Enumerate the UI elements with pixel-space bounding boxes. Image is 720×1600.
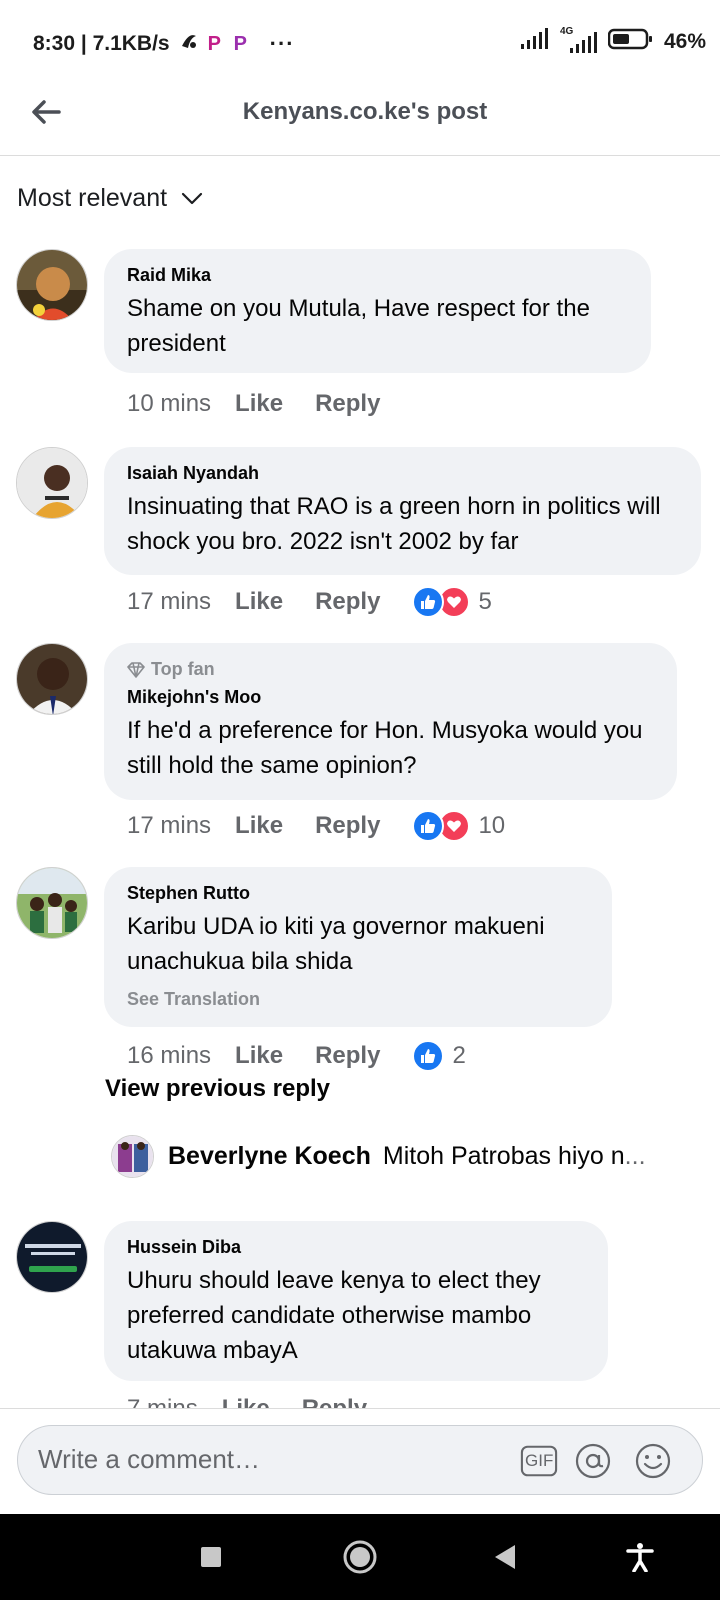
avatar[interactable]	[16, 447, 88, 519]
battery-icon	[607, 28, 654, 56]
view-previous-reply-link[interactable]: View previous reply	[105, 1075, 330, 1103]
reply-author[interactable]: Beverlyne Koech	[168, 1142, 371, 1171]
comment-meta: 16 mins Like Reply 2	[127, 1040, 466, 1072]
comment-time[interactable]: 10 mins	[127, 390, 211, 418]
sort-dropdown[interactable]: Most relevant	[17, 184, 203, 213]
reply-button[interactable]: Reply	[315, 812, 380, 840]
circle-icon	[343, 1540, 377, 1574]
sort-label: Most relevant	[17, 184, 168, 212]
signal-icon	[520, 28, 548, 56]
reply-button[interactable]: Reply	[315, 588, 380, 616]
like-button[interactable]: Like	[235, 588, 283, 616]
avatar[interactable]	[16, 867, 88, 939]
triangle-back-icon	[495, 1545, 515, 1569]
top-fan-badge: Top fan	[127, 659, 655, 680]
reply-button[interactable]: Reply	[315, 1042, 380, 1070]
gif-label: GIF	[525, 1451, 554, 1470]
comment-author[interactable]: Stephen Rutto	[127, 883, 590, 904]
comment-author[interactable]: Hussein Diba	[127, 1237, 586, 1258]
comment-bubble[interactable]: Raid Mika Shame on you Mutula, Have resp…	[104, 249, 651, 373]
see-translation-link[interactable]: See Translation	[127, 989, 590, 1010]
reply-button[interactable]: Reply	[315, 390, 380, 418]
comment-bubble[interactable]: Hussein Diba Uhuru should leave kenya to…	[104, 1221, 608, 1381]
status-right: 4G 46%	[520, 26, 706, 56]
system-nav-bar	[0, 1514, 720, 1600]
like-button[interactable]: Like	[235, 812, 283, 840]
top-fan-label: Top fan	[151, 659, 215, 679]
page-title: Kenyans.co.ke's post	[242, 98, 488, 125]
comment-text: If he'd a preference for Hon. Musyoka wo…	[127, 717, 643, 779]
gif-button[interactable]: GIF	[520, 1442, 558, 1480]
home-button[interactable]	[337, 1534, 383, 1580]
comment-meta: 17 mins Like Reply 5	[127, 586, 492, 618]
back-nav-button[interactable]	[483, 1534, 529, 1580]
comment-text: Uhuru should leave kenya to elect they p…	[127, 1267, 541, 1364]
reaction-count: 5	[478, 588, 492, 615]
like-reaction-icon	[412, 1040, 445, 1072]
post-header: Kenyans.co.ke's post	[0, 86, 720, 156]
status-time-speed: 8:30 | 7.1KB/s	[33, 32, 170, 55]
reply-text: Mitoh Patrobas hiyo n	[382, 1142, 625, 1170]
accessibility-icon	[626, 1543, 654, 1572]
comment-time[interactable]: 17 mins	[127, 812, 211, 840]
avatar[interactable]	[16, 249, 88, 321]
recents-button[interactable]	[188, 1534, 234, 1580]
avatar[interactable]	[16, 1221, 88, 1293]
app-p-icon: P	[207, 33, 221, 55]
comment-text: Shame on you Mutula, Have respect for th…	[127, 295, 590, 357]
comment-bubble[interactable]: Top fan Mikejohn's Moo If he'd a prefere…	[104, 643, 677, 800]
at-sign-icon	[575, 1443, 611, 1479]
comment-meta: 10 mins Like Reply	[127, 390, 412, 418]
comment-composer-area: Write a comment… GIF	[0, 1408, 720, 1512]
reply-ellipsis: ...	[624, 1142, 646, 1170]
like-reaction-icon	[412, 586, 445, 618]
comment-time[interactable]: 17 mins	[127, 588, 211, 616]
diamond-icon	[127, 661, 145, 678]
comment-time[interactable]: 16 mins	[127, 1042, 211, 1070]
comment-text: Insinuating that RAO is a green horn in …	[127, 493, 661, 555]
smiley-icon	[635, 1443, 671, 1479]
reaction-count: 2	[452, 1042, 466, 1069]
comment-meta: 17 mins Like Reply 10	[127, 810, 505, 842]
reaction-summary[interactable]: 5	[412, 586, 492, 618]
app-p-icon-2: P	[233, 33, 247, 55]
like-reaction-icon	[412, 810, 445, 842]
signal-4g-icon: 4G	[558, 26, 598, 54]
comment-bubble[interactable]: Isaiah Nyandah Insinuating that RAO is a…	[104, 447, 701, 575]
comment-input[interactable]: Write a comment… GIF	[17, 1425, 703, 1495]
like-button[interactable]: Like	[235, 1042, 283, 1070]
reaction-summary[interactable]: 2	[412, 1040, 466, 1072]
emoji-button[interactable]	[634, 1442, 672, 1480]
square-icon	[201, 1547, 221, 1567]
reaction-summary[interactable]: 10	[412, 810, 505, 842]
status-left: 8:30 | 7.1KB/s P P ···	[33, 30, 295, 58]
mention-button[interactable]	[574, 1442, 612, 1480]
reply-preview[interactable]: Beverlyne Koech Mitoh Patrobas hiyo n...	[111, 1135, 646, 1178]
chevron-down-icon	[181, 192, 203, 204]
more-notifications-icon: ···	[269, 31, 295, 56]
comment-input-placeholder[interactable]: Write a comment…	[38, 1444, 260, 1475]
comment-author[interactable]: Mikejohn's Moo	[127, 687, 655, 708]
comment-author[interactable]: Raid Mika	[127, 265, 629, 286]
reply-avatar[interactable]	[111, 1135, 154, 1178]
comment-text: Karibu UDA io kiti ya governor makueni u…	[127, 913, 545, 975]
app-notification-icon	[178, 30, 200, 58]
reaction-count: 10	[478, 812, 506, 839]
comment-bubble[interactable]: Stephen Rutto Karibu UDA io kiti ya gove…	[104, 867, 612, 1027]
status-bar: 8:30 | 7.1KB/s P P ··· 4G 46%	[0, 0, 720, 86]
like-button[interactable]: Like	[235, 390, 283, 418]
battery-percent: 46%	[663, 30, 706, 53]
avatar[interactable]	[16, 643, 88, 715]
comment-author[interactable]: Isaiah Nyandah	[127, 463, 679, 484]
accessibility-button[interactable]	[617, 1534, 663, 1580]
